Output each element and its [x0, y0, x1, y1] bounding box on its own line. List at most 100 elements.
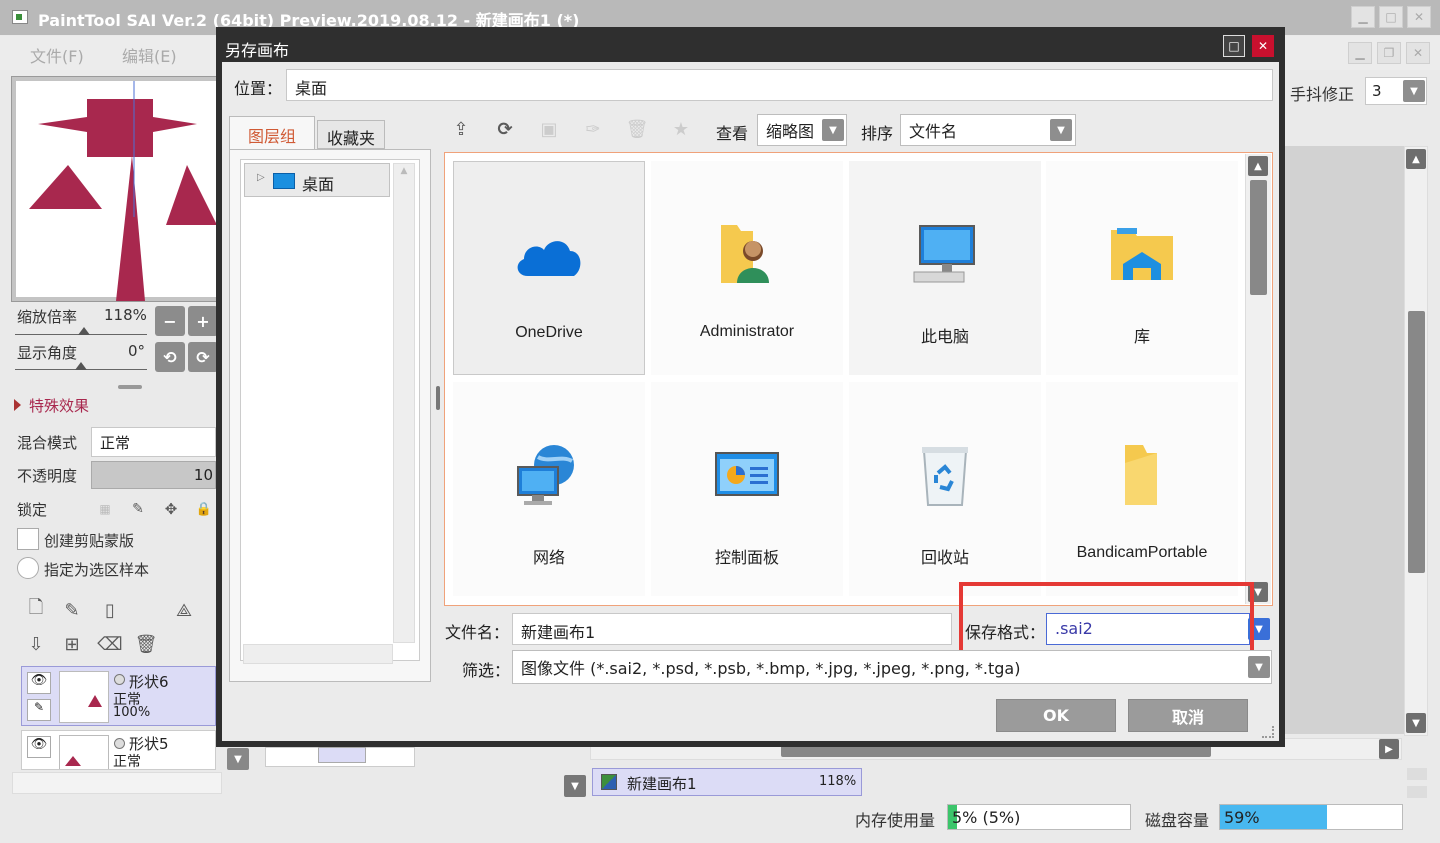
menu-edit[interactable]: 编辑(E) — [122, 43, 177, 67]
doc-minimize-button[interactable]: ▁ — [1348, 42, 1372, 64]
view-value: 缩略图 — [766, 122, 815, 141]
navigator-panel[interactable] — [11, 76, 218, 302]
add-mask-icon[interactable]: ⊞ — [60, 632, 84, 656]
location-field[interactable]: 桌面 — [286, 69, 1273, 101]
opacity-label: 不透明度 — [17, 467, 78, 485]
lock-paint-icon[interactable]: ✎ — [126, 497, 150, 521]
delete-layer-icon[interactable]: 🗑 — [134, 632, 158, 656]
merge-down-icon[interactable]: ⇩ — [24, 632, 48, 656]
pane-splitter[interactable] — [436, 386, 440, 410]
mini-buttons-2[interactable] — [1407, 786, 1427, 798]
stabilizer-dropdown[interactable]: ▼ — [1403, 80, 1425, 102]
favorite-star-icon[interactable]: ★ — [669, 117, 693, 141]
new-layer-set-icon[interactable]: ▯ — [98, 598, 122, 622]
file-item[interactable]: 网络 — [453, 382, 645, 596]
canvas-thumb-icon — [601, 774, 617, 790]
view-label: 查看 — [716, 124, 749, 143]
file-item[interactable]: 此电脑 — [849, 161, 1041, 375]
close-button[interactable]: ✕ — [1407, 6, 1431, 28]
maximize-button[interactable]: □ — [1379, 6, 1403, 28]
sort-dropdown-arrow[interactable]: ▼ — [1050, 119, 1072, 141]
file-item-label: 此电脑 — [920, 329, 969, 346]
clear-layer-icon[interactable]: ⌫ — [97, 632, 122, 656]
expand-icon[interactable]: ▷ — [257, 172, 265, 183]
filter-select[interactable]: 图像文件 (*.sai2, *.psd, *.psb, *.bmp, *.jpg… — [512, 650, 1272, 684]
doc-close-button[interactable]: ✕ — [1406, 42, 1430, 64]
file-item-label: 控制面板 — [714, 550, 779, 567]
view-dropdown-arrow[interactable]: ▼ — [822, 119, 844, 141]
library-icon — [1109, 209, 1175, 299]
vertical-scrollbar[interactable]: ▲ ▼ — [1404, 146, 1428, 736]
clip-label: 创建剪贴蒙版 — [44, 532, 135, 550]
left-panel-bottom-sel — [318, 747, 366, 763]
canvas-tab-dropdown[interactable]: ▼ — [564, 775, 586, 797]
rename-icon[interactable]: ✑ — [581, 117, 605, 141]
zoom-out-button[interactable]: − — [155, 306, 185, 336]
new-layer-icon[interactable]: 🗋 — [24, 597, 48, 622]
file-item-label: 网络 — [532, 550, 565, 567]
minimize-button[interactable]: ▁ — [1351, 6, 1375, 28]
tab-favorites[interactable]: 收藏夹 — [317, 120, 385, 149]
canvas-tab[interactable]: 新建画布1 118% — [592, 768, 862, 796]
file-item[interactable]: BandicamPortable — [1046, 382, 1238, 596]
tree-vscroll[interactable]: ▲ — [393, 163, 415, 643]
refresh-icon[interactable]: ⟳ — [493, 117, 517, 141]
filter-label: 筛选： — [462, 661, 511, 680]
layer-row[interactable]: 👁 形状5 正常 — [21, 730, 216, 770]
memory-value: 5% (5%) — [952, 808, 1021, 827]
special-effects-header[interactable]: 特殊效果 — [29, 395, 89, 416]
menu-file[interactable]: 文件(F) — [30, 43, 84, 67]
dialog-maximize-button[interactable]: □ — [1223, 35, 1245, 57]
rotate-right-button[interactable]: ⟳ — [188, 342, 218, 372]
blend-mode-select[interactable]: 正常 — [91, 427, 216, 457]
layers-scroll-down[interactable]: ▼ — [227, 748, 249, 770]
file-item[interactable]: 控制面板 — [651, 382, 843, 596]
angle-value: 0° — [128, 342, 146, 360]
cancel-button[interactable]: 取消 — [1128, 699, 1248, 732]
rotate-left-button[interactable]: ⟲ — [155, 342, 185, 372]
new-folder-icon[interactable]: ▣ — [537, 117, 561, 141]
layer-visibility-icon[interactable]: 👁 — [27, 736, 51, 758]
doc-restore-button[interactable]: ❐ — [1377, 42, 1401, 64]
layer-edit-icon[interactable]: ✎ — [27, 699, 51, 721]
file-item[interactable]: 库 — [1046, 161, 1238, 375]
layer-mode: 正常 — [113, 754, 141, 770]
new-pen-layer-icon[interactable]: ✎ — [60, 598, 84, 622]
layers-hscroll[interactable] — [12, 772, 222, 794]
layer-row-selected[interactable]: 👁 ✎ 形状6 正常 100% — [21, 666, 216, 726]
location-value: 桌面 — [295, 79, 328, 98]
tree-hscroll[interactable] — [243, 644, 393, 664]
resize-grip-icon[interactable] — [1262, 726, 1274, 738]
canvas-area[interactable] — [1285, 146, 1408, 734]
filename-input[interactable]: 新建画布1 — [512, 613, 952, 645]
delete-icon[interactable]: 🗑 — [625, 117, 649, 141]
panel-splitter[interactable] — [118, 385, 142, 389]
file-item[interactable]: 回收站 — [849, 382, 1041, 596]
opacity-bar[interactable]: 10 — [91, 461, 216, 489]
lock-all-icon[interactable]: 🔒 — [192, 497, 216, 521]
file-item[interactable]: Administrator — [651, 161, 843, 375]
layer-effects-icon[interactable]: ⟁ — [172, 598, 196, 622]
folder-tree[interactable]: ▷ 桌面 ▲ — [229, 149, 431, 682]
lock-transparency-icon[interactable]: ▦ — [93, 497, 117, 521]
blend-mode-value: 正常 — [100, 434, 131, 452]
mini-buttons[interactable] — [1407, 768, 1427, 780]
up-folder-icon[interactable]: ⇪ — [449, 117, 473, 141]
selection-radio[interactable] — [17, 557, 39, 579]
canvas-tab-name: 新建画布1 — [627, 775, 697, 793]
layer-visibility-icon[interactable]: 👁 — [27, 672, 51, 694]
file-item[interactable]: OneDrive — [453, 161, 645, 375]
tab-layer-group[interactable]: 图层组 — [229, 116, 315, 150]
dialog-close-button[interactable]: ✕ — [1252, 35, 1274, 57]
angle-slider[interactable] — [15, 360, 147, 370]
zoom-in-button[interactable]: + — [188, 306, 218, 336]
ok-button[interactable]: OK — [996, 699, 1116, 732]
clip-checkbox[interactable] — [17, 528, 39, 550]
expand-arrow-icon[interactable] — [14, 399, 21, 411]
lock-move-icon[interactable]: ✥ — [159, 497, 183, 521]
filter-dropdown-arrow[interactable]: ▼ — [1248, 656, 1270, 678]
file-view-vscroll[interactable]: ▲ ▼ — [1245, 154, 1271, 604]
tree-item-desktop[interactable]: ▷ 桌面 — [244, 163, 390, 197]
zoom-slider[interactable] — [15, 325, 147, 335]
recycle-bin-icon — [918, 430, 972, 520]
